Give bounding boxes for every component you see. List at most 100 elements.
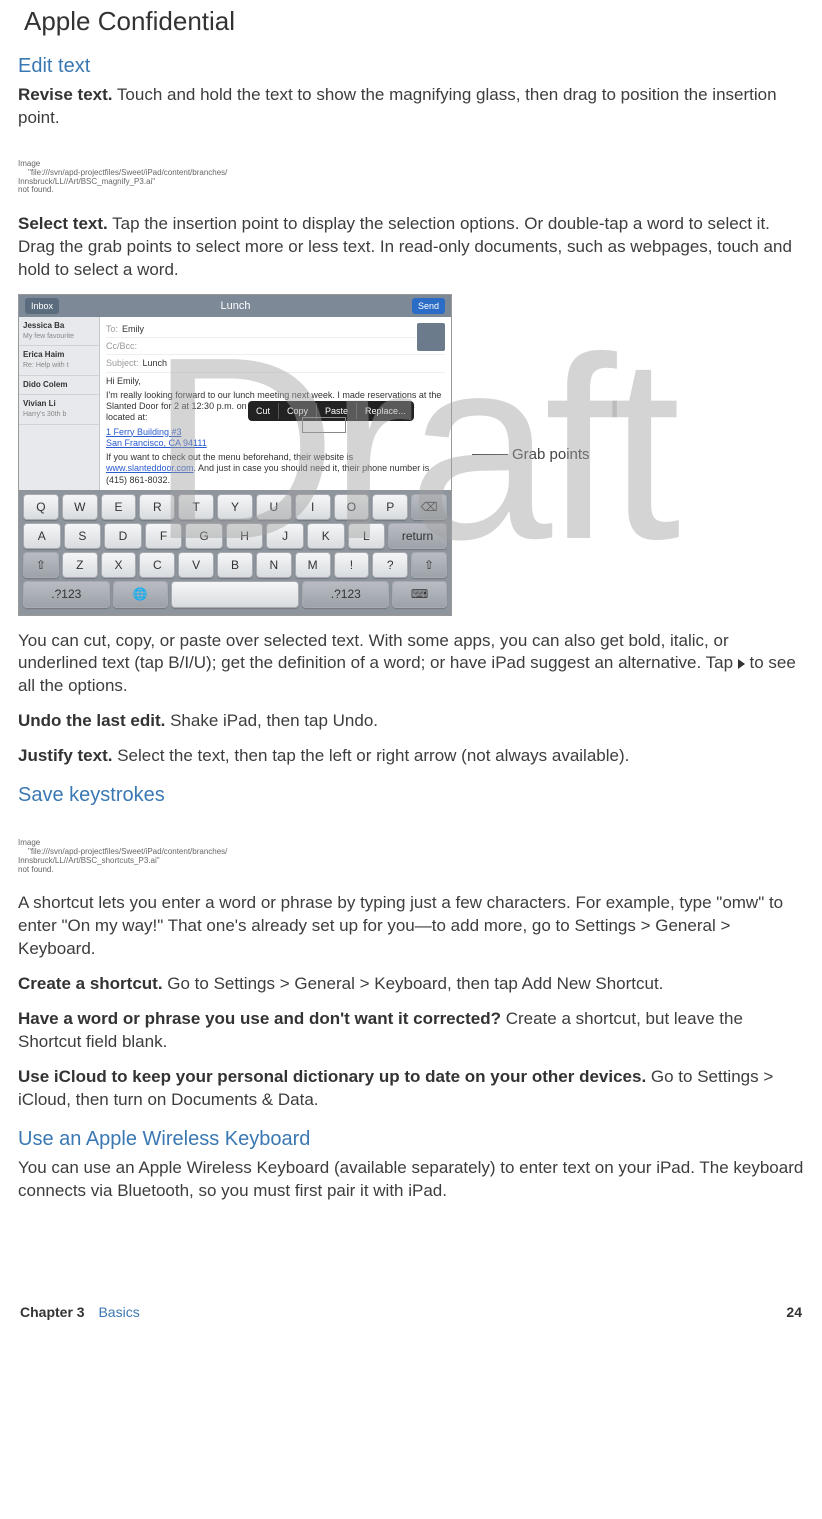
sender-name: Dido Colem	[23, 380, 95, 391]
revise-text: Touch and hold the text to show the magn…	[18, 85, 777, 127]
to-label: To:	[106, 324, 118, 334]
chapter-number: Chapter 3	[20, 1304, 85, 1320]
callout-line	[472, 454, 508, 455]
key-x[interactable]: X	[101, 552, 137, 578]
key-z[interactable]: Z	[62, 552, 98, 578]
para-select: Select text. Tap the insertion point to …	[18, 213, 804, 282]
onscreen-keyboard: Q W E R T Y U I O P ⌫ A S D F G	[19, 490, 451, 615]
section-edit-text: Edit text	[18, 53, 804, 80]
create-text: Go to Settings > General > Keyboard, the…	[163, 974, 664, 993]
key-numeric[interactable]: .?123	[302, 581, 389, 607]
key-r[interactable]: R	[139, 494, 175, 520]
sender-name: Jessica Ba	[23, 321, 95, 332]
have-label: Have a word or phrase you use and don't …	[18, 1009, 501, 1028]
select-label: Select text.	[18, 214, 108, 233]
missing-image-shortcuts: Image "file:///svn/apd-projectfiles/Swee…	[18, 839, 278, 874]
key-d[interactable]: D	[104, 523, 142, 549]
list-item[interactable]: Vivian Li Harry's 30th b	[19, 395, 99, 424]
address-link[interactable]: 1 Ferry Building #3	[106, 427, 182, 437]
para-options: You can cut, copy, or paste over selecte…	[18, 630, 804, 699]
grab-points-indicator	[302, 417, 346, 433]
create-label: Create a shortcut.	[18, 974, 163, 993]
replace-button[interactable]: Replace...	[357, 403, 414, 419]
revise-label: Revise text.	[18, 85, 113, 104]
key-n[interactable]: N	[256, 552, 292, 578]
key-space[interactable]	[171, 581, 300, 607]
page-number: 24	[786, 1303, 802, 1322]
key-hide-keyboard[interactable]: ⌨	[392, 581, 447, 607]
para-revise: Revise text. Touch and hold the text to …	[18, 84, 804, 130]
key-g[interactable]: G	[185, 523, 223, 549]
to-field[interactable]: Emily	[122, 324, 144, 334]
key-shift[interactable]: ⇧	[23, 552, 59, 578]
key-b[interactable]: B	[217, 552, 253, 578]
missing-line: Innsbruck/LL//Art/BSC_shortcuts_P3.ai"	[18, 857, 278, 866]
key-k[interactable]: K	[307, 523, 345, 549]
avatar	[417, 323, 445, 351]
select-text: Tap the insertion point to display the s…	[18, 214, 792, 279]
nav-back-button[interactable]: Inbox	[25, 298, 59, 314]
key-a[interactable]: A	[23, 523, 61, 549]
key-e[interactable]: E	[101, 494, 137, 520]
undo-text: Shake iPad, then tap Undo.	[165, 711, 378, 730]
greeting: Hi Emily,	[106, 376, 445, 387]
key-backspace[interactable]: ⌫	[411, 494, 447, 520]
sender-name: Erica Haim	[23, 350, 95, 361]
key-j[interactable]: J	[266, 523, 304, 549]
key-l[interactable]: L	[348, 523, 386, 549]
missing-line: not found.	[18, 186, 278, 195]
address-link[interactable]: San Francisco, CA 94111	[106, 438, 207, 448]
missing-line: not found.	[18, 866, 278, 875]
send-button[interactable]: Send	[412, 298, 445, 314]
key-u[interactable]: U	[256, 494, 292, 520]
key-quest[interactable]: ?	[372, 552, 408, 578]
section-wireless-keyboard: Use an Apple Wireless Keyboard	[18, 1126, 804, 1153]
body-text: If you want to check out the menu before…	[106, 452, 353, 462]
list-item[interactable]: Erica Haim Re: Help with t	[19, 346, 99, 375]
justify-label: Justify text.	[18, 746, 112, 765]
list-item[interactable]: Jessica Ba My few favourite	[19, 317, 99, 346]
options-text: You can cut, copy, or paste over selecte…	[18, 631, 738, 673]
sender-name: Vivian Li	[23, 399, 95, 410]
key-y[interactable]: Y	[217, 494, 253, 520]
para-have-word: Have a word or phrase you use and don't …	[18, 1008, 804, 1054]
key-h[interactable]: H	[226, 523, 264, 549]
key-w[interactable]: W	[62, 494, 98, 520]
subject-field[interactable]: Lunch	[143, 358, 168, 368]
para-justify: Justify text. Select the text, then tap …	[18, 745, 804, 768]
confidential-header: Apple Confidential	[24, 4, 804, 39]
para-icloud: Use iCloud to keep your personal diction…	[18, 1066, 804, 1112]
para-create-shortcut: Create a shortcut. Go to Settings > Gene…	[18, 973, 804, 996]
key-numeric[interactable]: .?123	[23, 581, 110, 607]
key-v[interactable]: V	[178, 552, 214, 578]
key-o[interactable]: O	[334, 494, 370, 520]
subject-label: Subject:	[106, 358, 139, 368]
key-globe[interactable]: 🌐	[113, 581, 168, 607]
list-item[interactable]: Dido Colem	[19, 376, 99, 396]
mail-sidebar: Jessica Ba My few favourite Erica Haim R…	[19, 317, 100, 490]
figure-caption: Grab points	[512, 445, 590, 465]
preview-text: Re: Help with t	[23, 361, 95, 370]
key-p[interactable]: P	[372, 494, 408, 520]
missing-line: Innsbruck/LL//Art/BSC_magnify_P3.ai"	[18, 178, 278, 187]
cut-button[interactable]: Cut	[248, 403, 279, 419]
key-excl[interactable]: !	[334, 552, 370, 578]
compose-pane: To: Emily Cc/Bcc: Subject: Lunch Hi Emily,…	[100, 317, 451, 490]
key-t[interactable]: T	[178, 494, 214, 520]
preview-text: Harry's 30th b	[23, 410, 95, 419]
key-i[interactable]: I	[295, 494, 331, 520]
website-link[interactable]: www.slanteddoor.com	[106, 463, 194, 473]
para-undo: Undo the last edit. Shake iPad, then tap…	[18, 710, 804, 733]
section-save-keystrokes: Save keystrokes	[18, 782, 804, 809]
key-f[interactable]: F	[145, 523, 183, 549]
key-m[interactable]: M	[295, 552, 331, 578]
ipad-screenshot: Inbox Lunch Send Jessica Ba My few favou…	[18, 294, 452, 616]
key-q[interactable]: Q	[23, 494, 59, 520]
para-wireless: You can use an Apple Wireless Keyboard (…	[18, 1157, 804, 1203]
key-s[interactable]: S	[64, 523, 102, 549]
compose-title: Lunch	[221, 299, 251, 314]
cc-label: Cc/Bcc:	[106, 341, 137, 351]
key-shift[interactable]: ⇧	[411, 552, 447, 578]
key-c[interactable]: C	[139, 552, 175, 578]
key-return[interactable]: return	[388, 523, 447, 549]
